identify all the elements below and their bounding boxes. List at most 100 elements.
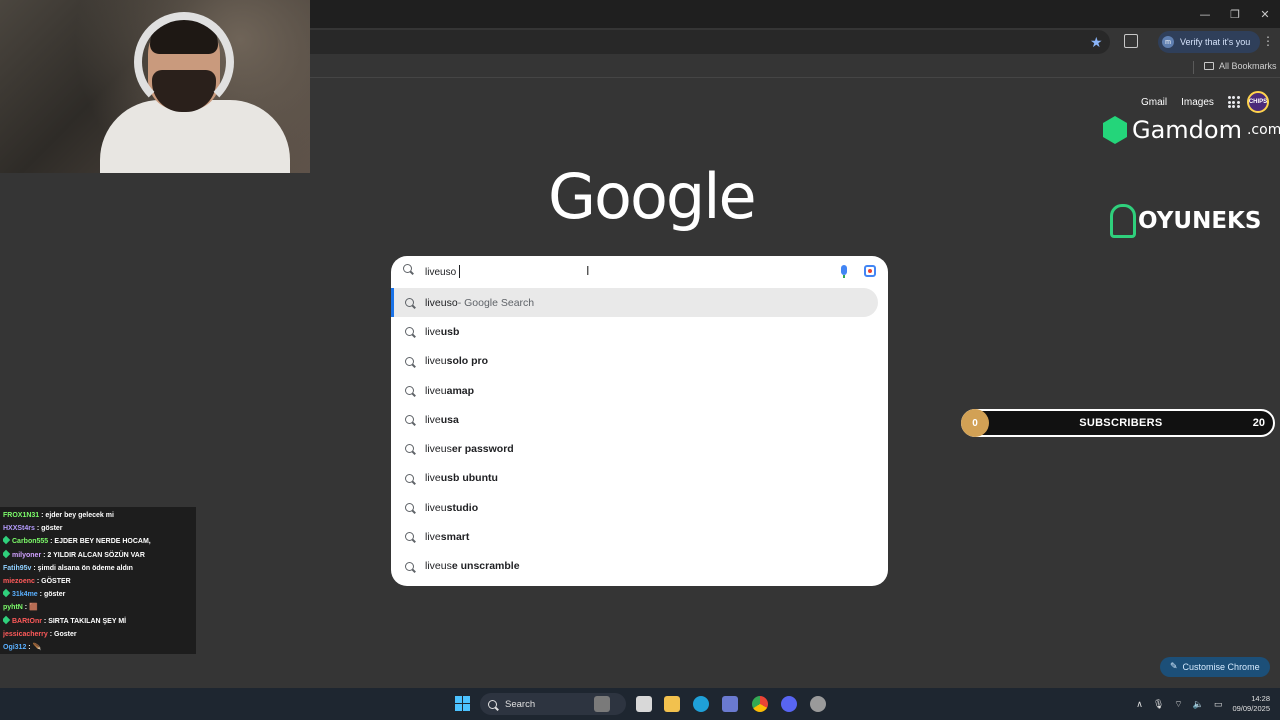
taskbar: Search ∧ 🎙 ⌔ 🔈 ▭ 14:28 09/09/2025 bbox=[0, 688, 1280, 720]
chat-username: BARtOnr bbox=[12, 617, 42, 625]
microphone-icon[interactable]: 🎙 bbox=[1153, 699, 1164, 710]
suggestion-typed: live bbox=[425, 472, 441, 485]
suggestion-typed: liveuso bbox=[425, 296, 458, 309]
task-view-icon[interactable] bbox=[594, 696, 610, 712]
suggestion-typed: live bbox=[425, 531, 441, 544]
chat-message: jessicacherry : Goster bbox=[3, 628, 193, 641]
chat-text: SIRTA TAKILAN ŞEY Mİ bbox=[48, 617, 127, 625]
extensions-icon[interactable] bbox=[1124, 34, 1138, 48]
chat-message: pyhtN : 🟫 bbox=[3, 601, 193, 614]
all-bookmarks-button[interactable]: All Bookmarks bbox=[1204, 61, 1277, 71]
verify-identity-button[interactable]: m Verify that it's you bbox=[1158, 31, 1261, 53]
profile-avatar[interactable]: CHIPS bbox=[1247, 91, 1269, 113]
google-lens-icon[interactable] bbox=[864, 265, 876, 277]
webcam-overlay bbox=[0, 0, 310, 173]
suggestion-item[interactable]: live usb ubuntu bbox=[391, 464, 888, 493]
restore-button[interactable]: ❐ bbox=[1220, 0, 1250, 28]
pencil-icon: ✎ bbox=[1170, 662, 1178, 672]
chat-message: 31k4me : göster bbox=[3, 588, 193, 601]
search-box[interactable]: I bbox=[391, 256, 888, 288]
store-icon[interactable] bbox=[722, 696, 738, 712]
suggestion-list: liveuso - Google Search live usb liveu sol… bbox=[391, 288, 888, 581]
chat-username: miezoenc bbox=[3, 577, 35, 585]
chat-text: 🪶 bbox=[32, 643, 42, 651]
clock[interactable]: 14:28 09/09/2025 bbox=[1232, 694, 1270, 714]
suggestion-completion: smart bbox=[440, 531, 470, 544]
gmail-link[interactable]: Gmail bbox=[1141, 97, 1167, 108]
suggestion-item[interactable]: liveu solo pro bbox=[391, 347, 888, 376]
suggestion-search-icon bbox=[405, 503, 414, 513]
oyuneks-logo: OYUNEKS bbox=[1110, 204, 1261, 238]
clock-date: 09/09/2025 bbox=[1232, 704, 1270, 713]
discord-icon[interactable] bbox=[781, 696, 797, 712]
minimize-button[interactable]: — bbox=[1190, 0, 1220, 28]
images-link[interactable]: Images bbox=[1181, 97, 1214, 108]
google-apps-icon[interactable] bbox=[1227, 96, 1240, 108]
subscriber-label: SUBSCRIBERS bbox=[1079, 417, 1163, 429]
bookmarks-separator bbox=[1193, 61, 1194, 74]
app-icon[interactable] bbox=[810, 696, 826, 712]
suggestion-typed: liveu bbox=[425, 501, 447, 514]
chat-username: pyhtN bbox=[3, 604, 23, 612]
widgets-icon[interactable] bbox=[636, 696, 652, 712]
chat-message: Carbon555 : EJDER BEY NERDE HOCAM, bbox=[3, 535, 193, 548]
chat-text: göster bbox=[41, 525, 63, 533]
windows-start-icon[interactable] bbox=[455, 696, 470, 711]
chat-username: 31k4me bbox=[12, 591, 38, 599]
folder-icon bbox=[1204, 62, 1214, 70]
suggestion-search-icon bbox=[405, 561, 414, 571]
suggestion-item[interactable]: liveu amap bbox=[391, 376, 888, 405]
stream-chat: FROX1N31 : ejder bey gelecek mi HXXSt4rs … bbox=[0, 507, 196, 654]
suggestion-completion: solo pro bbox=[446, 355, 489, 368]
oyuneks-mascot-icon bbox=[1110, 204, 1136, 238]
edge-icon[interactable] bbox=[693, 696, 709, 712]
subscriber-goal-bar: 0 SUBSCRIBERS 20 bbox=[961, 409, 1275, 437]
suggestion-typed: liveu bbox=[425, 384, 447, 397]
text-caret bbox=[459, 265, 460, 278]
chrome-menu-icon[interactable]: ⋮ bbox=[1262, 34, 1274, 48]
suggestion-completion: amap bbox=[446, 384, 475, 397]
close-button[interactable]: ✕ bbox=[1250, 0, 1280, 28]
suggestion-item[interactable]: live usb bbox=[391, 317, 888, 346]
suggestion-item[interactable]: liveus er password bbox=[391, 434, 888, 463]
gamdom-logo: Gamdom .com bbox=[1103, 116, 1280, 144]
chrome-taskbar-icon[interactable] bbox=[752, 696, 768, 712]
chat-text: göster bbox=[43, 591, 66, 599]
chat-username: Fatih95v bbox=[3, 564, 32, 572]
suggestion-item[interactable]: live usa bbox=[391, 405, 888, 434]
google-header-links: Gmail Images bbox=[1141, 96, 1240, 108]
chat-username: milyoner bbox=[12, 551, 42, 559]
search-input[interactable] bbox=[425, 263, 825, 281]
chat-badge-icon bbox=[3, 536, 11, 545]
suggestion-item[interactable]: liveu studio bbox=[391, 493, 888, 522]
chat-badge-icon bbox=[3, 549, 11, 558]
suggestion-completion: usb bbox=[440, 325, 460, 338]
gamdom-tld: .com bbox=[1246, 122, 1280, 138]
suggestion-search-icon bbox=[405, 415, 414, 425]
file-explorer-icon[interactable] bbox=[664, 696, 680, 712]
voice-search-icon[interactable] bbox=[841, 265, 847, 278]
wifi-icon[interactable]: ⌔ bbox=[1174, 699, 1182, 710]
suggestion-item[interactable]: liveus e unscramble bbox=[391, 552, 888, 581]
customise-chrome-button[interactable]: ✎ Customise Chrome bbox=[1160, 657, 1270, 677]
tray-chevron-icon[interactable]: ∧ bbox=[1136, 699, 1143, 710]
suggestion-typed: live bbox=[425, 325, 441, 338]
ibeam-cursor-icon: I bbox=[586, 264, 590, 278]
search-icon bbox=[403, 264, 412, 273]
address-bar[interactable] bbox=[310, 30, 1110, 54]
suggestion-search-icon bbox=[405, 356, 414, 366]
google-logo: Google bbox=[548, 160, 757, 233]
suggestion-typed: liveus bbox=[425, 443, 452, 456]
bookmark-star-icon[interactable]: ★ bbox=[1090, 35, 1103, 51]
suggestion-completion: er password bbox=[451, 443, 514, 456]
chat-message: milyoner : 2 YILDIR ALCAN SÖZÜN VAR bbox=[3, 549, 193, 562]
battery-icon[interactable]: ▭ bbox=[1214, 699, 1223, 710]
suggestion-item[interactable]: liveuso - Google Search bbox=[391, 288, 878, 318]
chat-badge-icon bbox=[3, 615, 11, 624]
volume-icon[interactable]: 🔈 bbox=[1193, 699, 1204, 710]
suggestion-item[interactable]: live smart bbox=[391, 522, 888, 551]
chat-message: Fatih95v : şimdi alsana ön ödeme aldın bbox=[3, 562, 193, 575]
chat-message: miezoenc : GÖSTER bbox=[3, 575, 193, 588]
customise-label: Customise Chrome bbox=[1182, 662, 1260, 672]
suggestion-note: - Google Search bbox=[457, 296, 535, 309]
